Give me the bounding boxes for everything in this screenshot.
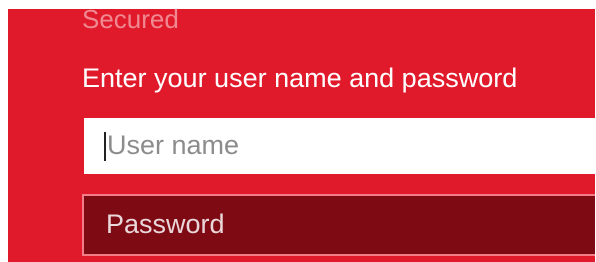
text-caret: [104, 132, 106, 161]
password-placeholder: Password: [106, 209, 225, 239]
password-field[interactable]: Password: [82, 194, 595, 256]
username-field[interactable]: User name: [84, 118, 595, 174]
username-placeholder: User name: [107, 130, 240, 160]
credentials-prompt: Enter your user name and password: [82, 63, 518, 93]
credential-dialog: Secured Enter your user name and passwor…: [8, 9, 595, 262]
secured-label: Secured: [82, 9, 179, 34]
